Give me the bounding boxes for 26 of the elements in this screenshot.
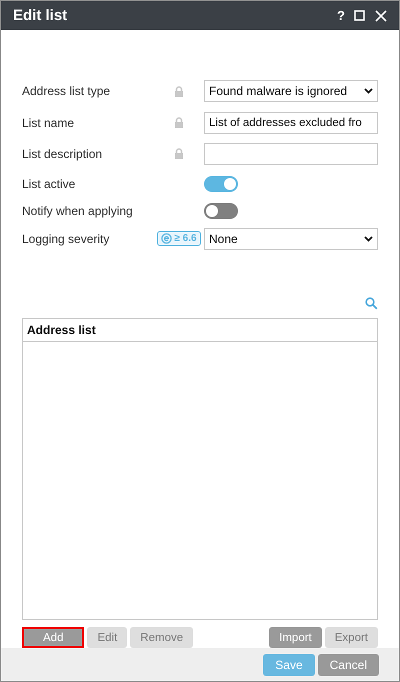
help-button[interactable]: ?: [334, 8, 348, 23]
footer-button[interactable]: Cancel: [318, 654, 379, 676]
footer-button[interactable]: Save: [263, 654, 315, 676]
text-field[interactable]: [204, 142, 378, 164]
close-icon[interactable]: [375, 10, 387, 22]
caret-icon: [364, 236, 373, 242]
toggle-switch[interactable]: [204, 176, 238, 192]
field-label: List active: [22, 176, 76, 190]
field-label: List description: [22, 146, 104, 160]
edition-icon: [161, 233, 172, 244]
list-button[interactable]: Import: [269, 627, 322, 648]
maximize-icon[interactable]: [354, 10, 365, 21]
highlighted-button[interactable]: Add: [22, 627, 84, 648]
dropdown[interactable]: None: [204, 228, 378, 250]
field-label: Address list type: [22, 84, 112, 98]
dropdown[interactable]: Found malware is ignored: [204, 80, 378, 102]
field-label: List name: [22, 116, 76, 130]
version-badge: ≥ 6.6: [157, 231, 201, 246]
window-title: Edit list: [13, 7, 68, 24]
field-label: Logging severity: [22, 232, 110, 246]
column-header: Address list: [23, 319, 377, 342]
toggle-switch[interactable]: [204, 203, 238, 219]
search-icon[interactable]: [365, 297, 378, 310]
field-label: Notify when applying: [22, 204, 134, 218]
text-field[interactable]: List of addresses excluded fro: [204, 112, 378, 134]
caret-icon: [364, 88, 373, 94]
